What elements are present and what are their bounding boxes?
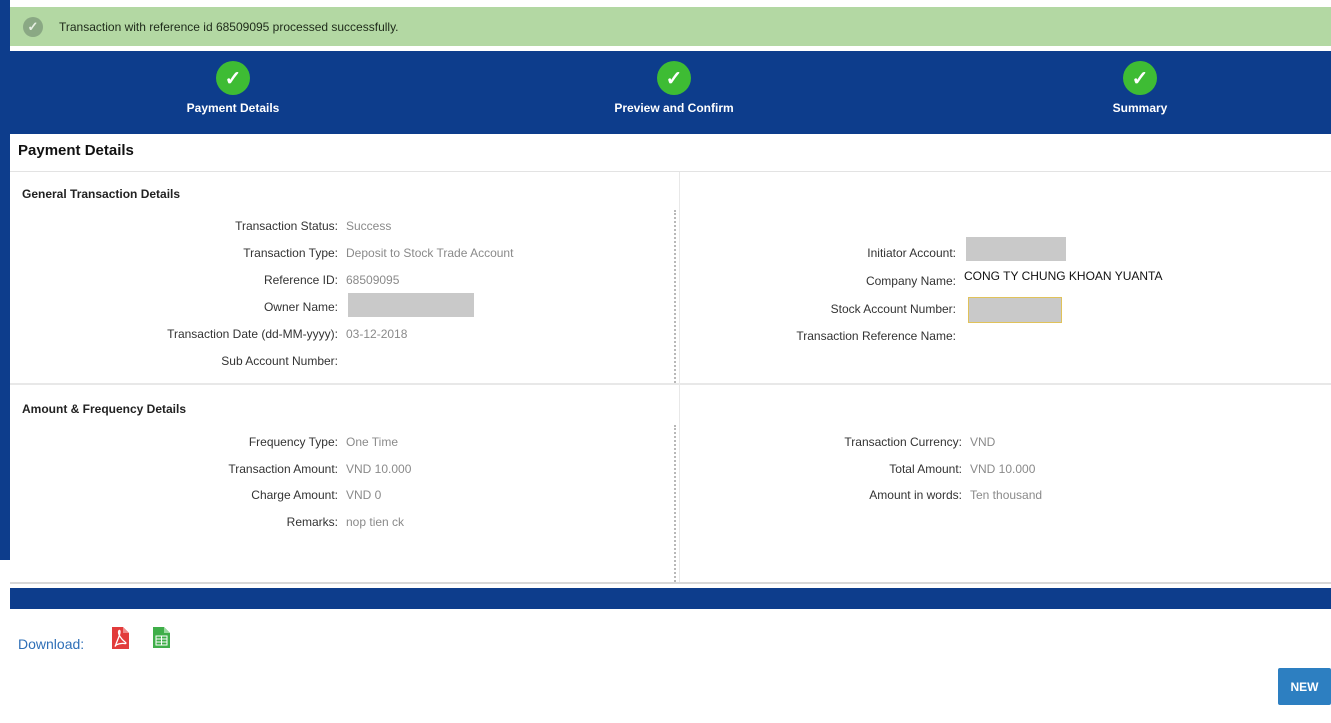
reference-id-value: 68509095	[346, 273, 400, 287]
field-label: Transaction Currency:	[844, 435, 962, 449]
field-label: Initiator Account:	[867, 246, 956, 260]
success-message: Transaction with reference id 68509095 p…	[59, 19, 399, 34]
pdf-icon[interactable]	[111, 627, 129, 649]
remarks-value: nop tien ck	[346, 515, 405, 529]
excel-icon[interactable]	[153, 627, 170, 648]
step-label: Summary	[1112, 101, 1168, 115]
field-label: Transaction Type:	[243, 246, 338, 260]
step-summary: ✓ Summary	[1070, 61, 1210, 115]
field-label: Reference ID:	[263, 273, 338, 287]
right-panel-general	[679, 172, 680, 383]
frequency-type-value: One Time	[346, 435, 399, 449]
column-separator	[674, 425, 676, 582]
initiator-account-redacted	[966, 237, 1066, 261]
window-left-edge	[0, 0, 10, 723]
field-label: Amount in words:	[869, 488, 962, 502]
check-icon: ✓	[216, 61, 250, 95]
new-button[interactable]: NEW	[1278, 668, 1331, 705]
divider	[10, 582, 1331, 584]
transaction-type-value: Deposit to Stock Trade Account	[346, 246, 514, 260]
download-label: Download:	[18, 636, 85, 652]
field-label: Sub Account Number:	[221, 354, 338, 368]
transaction-status-value: Success	[346, 219, 392, 233]
divider	[10, 383, 1331, 385]
stock-account-redacted	[968, 297, 1062, 323]
step-label: Preview and Confirm	[614, 101, 734, 115]
transaction-date-value: 03-12-2018	[346, 327, 408, 341]
field-label: Transaction Reference Name:	[796, 329, 956, 343]
field-label: Remarks:	[286, 515, 338, 529]
check-icon: ✓	[1123, 61, 1157, 95]
field-label: Frequency Type:	[248, 435, 338, 449]
field-label: Total Amount:	[889, 462, 962, 476]
step-preview-and-confirm: ✓ Preview and Confirm	[594, 61, 754, 115]
field-label: Transaction Status:	[235, 219, 338, 233]
right-panel-amount	[679, 385, 680, 582]
page-title: Payment Details	[18, 142, 134, 159]
transaction-summary-page: ✓ Transaction with reference id 68509095…	[10, 0, 1331, 723]
company-name-value: CONG TY CHUNG KHOAN YUANTA	[964, 269, 1163, 283]
total-amount-value: VND 10.000	[970, 462, 1036, 476]
transaction-currency-value: VND	[970, 435, 996, 449]
check-icon: ✓	[657, 61, 691, 95]
success-banner: ✓ Transaction with reference id 68509095…	[10, 7, 1331, 46]
amount-in-words-value: Ten thousand	[970, 488, 1043, 502]
step-label: Payment Details	[186, 101, 280, 115]
field-label: Transaction Date (dd-MM-yyyy):	[167, 327, 338, 341]
field-label: Stock Account Number:	[830, 302, 956, 316]
column-separator	[674, 210, 676, 383]
section-title-general: General Transaction Details	[22, 187, 181, 201]
owner-name-redacted	[348, 293, 474, 317]
charge-amount-value: VND 0	[346, 488, 382, 502]
footer-bar	[10, 588, 1331, 609]
progress-steps: ✓ Payment Details ✓ Preview and Confirm …	[10, 51, 1331, 134]
field-label: Owner Name:	[263, 300, 338, 314]
field-label: Company Name:	[865, 274, 956, 288]
transaction-amount-value: VND 10.000	[346, 462, 412, 476]
field-label: Charge Amount:	[251, 488, 338, 502]
check-circle-icon: ✓	[23, 16, 43, 37]
section-title-amount: Amount & Frequency Details	[22, 402, 187, 416]
divider	[10, 171, 1331, 172]
step-payment-details: ✓ Payment Details	[160, 61, 306, 115]
field-label: Transaction Amount:	[228, 462, 338, 476]
